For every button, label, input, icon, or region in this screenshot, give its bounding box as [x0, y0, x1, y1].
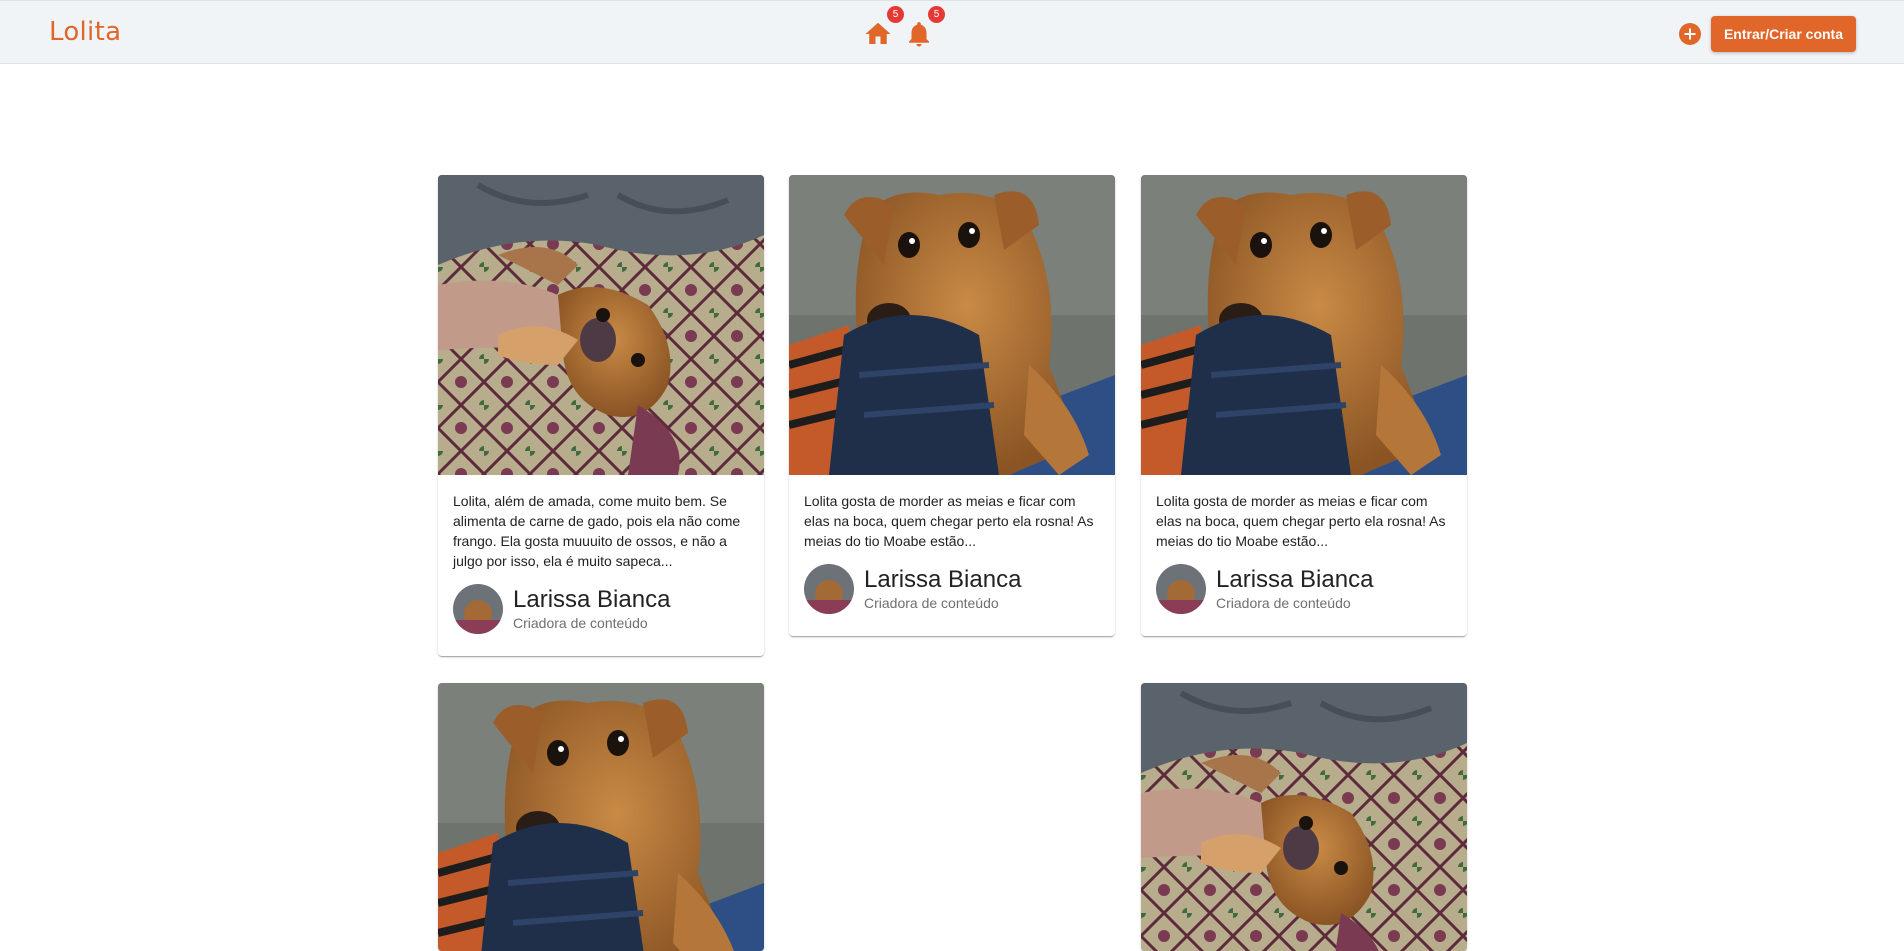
author-role: Criadora de conteúdo [1216, 594, 1351, 611]
home-button[interactable]: 5 [863, 6, 904, 49]
dog-lying-on-blanket-photo [1141, 683, 1467, 951]
post-card[interactable]: Lolita, além de amada, come muito bem. S… [438, 175, 764, 656]
notifications-badge: 5 [928, 6, 945, 23]
author-name: Larissa Bianca [513, 585, 671, 613]
home-icon [863, 19, 893, 49]
post-author: Larissa Bianca Criadora de conteúdo [804, 564, 1100, 614]
post-author: Larissa Bianca Criadora de conteúdo [1156, 564, 1452, 614]
top-app-bar: Lolita 5 5 Entrar/Criar conta [0, 0, 1904, 64]
author-role: Criadora de conteúdo [513, 614, 648, 631]
brand-logo[interactable]: Lolita [49, 17, 121, 47]
dog-with-sock-photo [1141, 175, 1467, 475]
post-card[interactable]: Lolita gosta de morder as meias e ficar … [1141, 175, 1467, 636]
avatar[interactable] [804, 564, 854, 614]
author-name: Larissa Bianca [864, 565, 1022, 593]
avatar[interactable] [1156, 564, 1206, 614]
post-content: Lolita gosta de morder as meias e ficar … [1141, 475, 1467, 636]
bell-icon [904, 19, 934, 49]
author-role: Criadora de conteúdo [864, 594, 999, 611]
post-author: Larissa Bianca Criadora de conteúdo [453, 584, 749, 634]
post-card[interactable]: Lolita gosta de morder as meias e ficar … [789, 175, 1115, 636]
dog-with-sock-photo [438, 683, 764, 951]
notifications-button[interactable]: 5 [904, 6, 945, 49]
post-card[interactable] [1141, 683, 1467, 951]
post-excerpt: Lolita gosta de morder as meias e ficar … [804, 493, 1094, 549]
post-excerpt: Lolita, além de amada, come muito bem. S… [453, 493, 741, 569]
login-signup-button[interactable]: Entrar/Criar conta [1711, 16, 1856, 52]
dog-lying-on-blanket-photo [438, 175, 764, 475]
plus-circle-icon[interactable] [1679, 23, 1701, 45]
post-card[interactable] [438, 683, 764, 951]
post-excerpt: Lolita gosta de morder as meias e ficar … [1156, 493, 1446, 549]
dog-with-sock-photo [789, 175, 1115, 475]
avatar[interactable] [453, 584, 503, 634]
home-badge: 5 [887, 6, 904, 23]
author-name: Larissa Bianca [1216, 565, 1374, 593]
post-content: Lolita, além de amada, come muito bem. S… [438, 475, 764, 656]
post-content: Lolita gosta de morder as meias e ficar … [789, 475, 1115, 636]
